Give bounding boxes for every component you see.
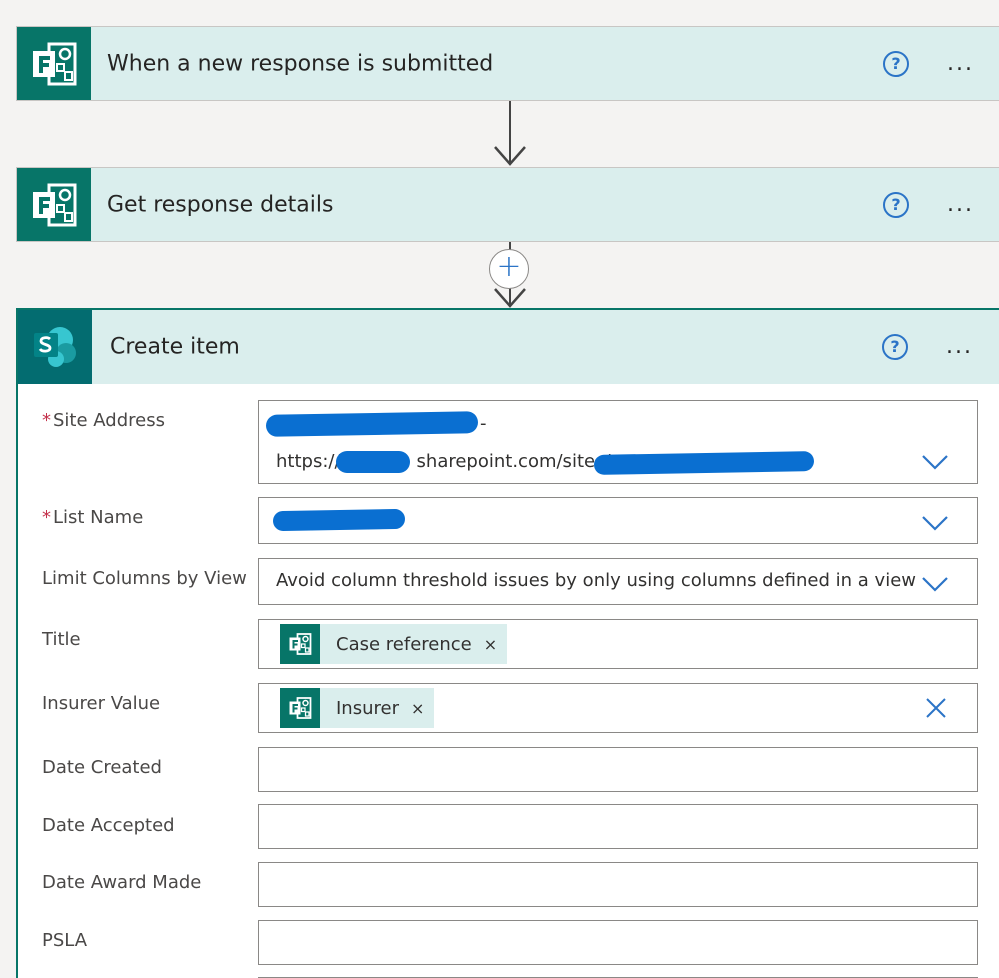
remove-token-icon[interactable]: × (399, 699, 434, 718)
site-address-line1-suffix: - (480, 413, 487, 434)
date-award-made-label: Date Award Made (42, 872, 202, 893)
limit-columns-value: Avoid column threshold issues by only us… (276, 570, 916, 591)
chevron-down-icon[interactable] (921, 575, 949, 593)
arrow-down-icon (494, 288, 526, 308)
help-icon[interactable]: ? (882, 334, 908, 360)
remove-token-icon[interactable]: × (472, 635, 507, 654)
insurer-value-label: Insurer Value (42, 693, 161, 714)
date-created-input[interactable] (258, 747, 978, 792)
get-details-title: Get response details (107, 192, 334, 217)
chevron-down-icon[interactable] (921, 514, 949, 532)
redaction (265, 411, 479, 437)
more-icon[interactable]: ... (947, 193, 974, 216)
title-field[interactable]: Case reference × (258, 619, 978, 669)
required-mark: * (42, 507, 51, 528)
create-item-header[interactable]: Create item ? ... (18, 310, 999, 384)
help-icon[interactable]: ? (883, 191, 909, 218)
list-name-label: * List Name (42, 507, 144, 528)
title-label: Title (42, 629, 81, 650)
get-response-details-card[interactable]: Get response details ? ... (16, 167, 999, 242)
create-item-title: Create item (110, 334, 240, 360)
dynamic-content-token[interactable]: Insurer × (280, 688, 435, 728)
site-address-label: * Site Address (42, 410, 165, 431)
site-address-field[interactable]: - https://sharepoint.com/sites/ (258, 400, 978, 484)
trigger-card[interactable]: When a new response is submitted ? ... (16, 26, 999, 101)
date-accepted-label: Date Accepted (42, 815, 175, 836)
arrow-down-icon (494, 146, 526, 166)
redaction (272, 508, 406, 532)
required-mark: * (42, 410, 51, 431)
date-accepted-input[interactable] (258, 804, 978, 849)
add-step-button[interactable]: + (489, 249, 529, 289)
token-label: Case reference (336, 633, 472, 655)
date-created-label: Date Created (42, 757, 162, 778)
site-address-line2: https://sharepoint.com/sites/ (276, 451, 611, 472)
redaction (336, 451, 410, 473)
redaction (593, 451, 815, 475)
create-item-card: Create item ? ... * Site Address - https:… (16, 308, 999, 978)
help-icon[interactable]: ? (883, 50, 909, 77)
list-name-field[interactable] (258, 497, 978, 544)
insurer-value-field[interactable]: Insurer × (258, 683, 978, 733)
sharepoint-icon (18, 310, 92, 384)
more-icon[interactable]: ... (947, 52, 974, 75)
forms-icon (17, 168, 91, 241)
token-label: Insurer (336, 697, 399, 719)
psla-label: PSLA (42, 930, 88, 951)
psla-input[interactable] (258, 920, 978, 965)
date-award-made-input[interactable] (258, 862, 978, 907)
chevron-down-icon[interactable] (921, 453, 949, 471)
dynamic-content-token[interactable]: Case reference × (280, 624, 508, 664)
forms-icon (17, 27, 91, 100)
trigger-title: When a new response is submitted (107, 51, 494, 76)
clear-icon[interactable] (925, 697, 947, 719)
forms-icon (280, 688, 320, 728)
forms-icon (280, 624, 320, 664)
limit-columns-label: Limit Columns by View (42, 568, 247, 589)
limit-columns-dropdown[interactable]: Avoid column threshold issues by only us… (258, 558, 978, 605)
more-icon[interactable]: ... (946, 336, 973, 358)
